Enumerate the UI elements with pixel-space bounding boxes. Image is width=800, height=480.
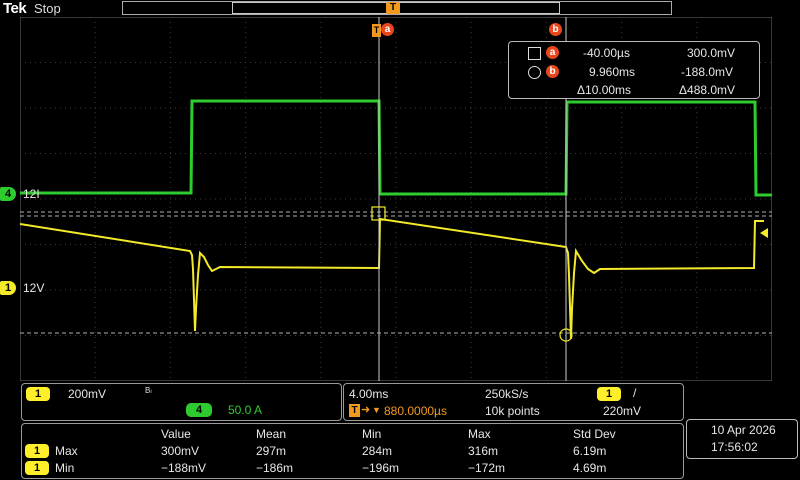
cursor-a-readout-icon: a	[546, 46, 559, 59]
meas-header-min: Min	[362, 427, 382, 441]
cursor-delta-value: Δ488.0mV	[679, 83, 736, 97]
trigger-flag-icon: T	[372, 24, 381, 37]
meas-source-badge: 1	[25, 444, 49, 458]
meas-max: 316m	[468, 444, 499, 458]
meas-min: 284m	[362, 444, 393, 458]
cursor-delta-time: Δ10.00ms	[577, 83, 632, 97]
meas-value: 300mV	[161, 444, 200, 458]
measurements-panel[interactable]: Value Mean Min Max Std Dev 1 Max 300mV 2…	[21, 423, 684, 479]
ch1-scale: 200mV	[68, 387, 107, 401]
arrow-right-icon: ➜	[361, 404, 371, 416]
meas-header-value: Value	[161, 427, 191, 441]
date-text: 10 Apr 2026	[711, 423, 776, 437]
cursor-b-value: -188.0mV	[681, 65, 734, 79]
meas-name: Min	[55, 461, 75, 475]
trigger-offset-icon: T	[349, 404, 360, 417]
square-icon	[528, 47, 541, 60]
circle-icon	[528, 66, 541, 79]
table-row[interactable]: 1 Max 300mV 297m 284m 316m 6.19m	[22, 444, 681, 460]
ch4-label: 12I	[23, 187, 40, 201]
meas-stddev: 6.19m	[573, 444, 607, 458]
cursor-b-time: 9.960ms	[589, 65, 636, 79]
trigger-slope-icon: /	[633, 386, 637, 400]
top-status-bar: Tek Stop T	[0, 0, 800, 17]
record-length: 10k points	[485, 404, 540, 418]
datetime-panel[interactable]: 10 Apr 2026 17:56:02	[686, 419, 798, 459]
ch1-label: 12V	[23, 281, 45, 295]
meas-source-badge: 1	[25, 461, 49, 475]
run-state-indicator[interactable]: Stop	[34, 1, 61, 16]
meas-header-stddev: Std Dev	[573, 427, 616, 441]
meas-name: Max	[55, 444, 78, 458]
brand-logo: Tek	[3, 0, 27, 17]
meas-mean: 297m	[256, 444, 287, 458]
meas-header-max: Max	[468, 427, 491, 441]
bandwidth-limit-icon: Bₗ	[145, 386, 152, 395]
cursor-a-value: 300.0mV	[687, 46, 736, 60]
ch4-badge: 4	[0, 187, 16, 201]
ch1-scale-badge: 1	[26, 387, 50, 401]
meas-min: −196m	[362, 461, 400, 475]
horizontal-trigger-panel[interactable]: 4.00ms 250kS/s 1 / T ➜ ▼ 880.0000µs 10k …	[343, 383, 684, 421]
trigger-level: 220mV	[603, 404, 642, 418]
ch4-scale-badge: 4	[186, 403, 212, 417]
cursor-readout-panel: a -40.00µs 300.0mV b 9.960ms -188.0mV Δ1…	[508, 41, 760, 99]
time-text: 17:56:02	[711, 440, 758, 454]
ch1-badge: 1	[0, 281, 16, 295]
cursor-b-flag[interactable]: b	[549, 23, 562, 36]
trigger-position: 880.0000µs	[384, 404, 447, 418]
trigger-position-icon: T	[386, 2, 400, 14]
time-per-div: 4.00ms	[349, 387, 389, 401]
vertical-settings-panel[interactable]: 1 200mV Bₗ 4 50.0 A	[21, 383, 342, 421]
cursor-b-readout-icon: b	[546, 65, 559, 78]
meas-stddev: 4.69m	[573, 461, 607, 475]
ch4-scale: 50.0 A	[228, 403, 263, 417]
cursor-a-flag[interactable]: a	[381, 23, 394, 36]
meas-header-mean: Mean	[256, 427, 287, 441]
trigger-down-arrow-icon: ▼	[372, 405, 381, 415]
meas-mean: −186m	[256, 461, 294, 475]
sample-rate: 250kS/s	[485, 387, 529, 401]
meas-max: −172m	[468, 461, 506, 475]
trigger-source-badge: 1	[597, 387, 621, 401]
cursor-a-time: -40.00µs	[583, 46, 630, 60]
meas-value: −188mV	[161, 461, 207, 475]
table-row[interactable]: 1 Min −188mV −186m −196m −172m 4.69m	[22, 461, 681, 477]
